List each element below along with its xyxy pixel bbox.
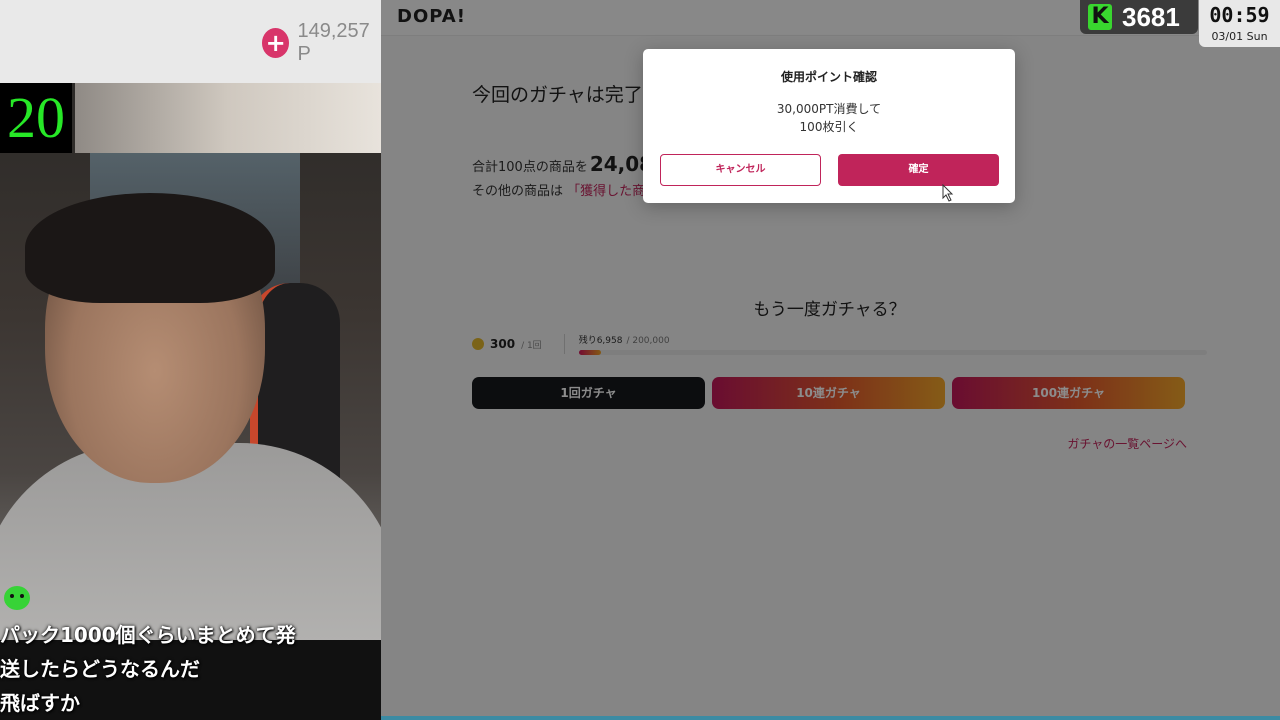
- plus-icon: +: [262, 28, 290, 58]
- counter-overlay: 20: [0, 83, 72, 153]
- k-logo-icon: K: [1088, 4, 1112, 30]
- points-display: + 149,257 P: [262, 20, 381, 66]
- comment-line: 飛ばすか: [0, 691, 80, 715]
- webcam-background-shelf: [75, 83, 381, 153]
- cancel-button[interactable]: キャンセル: [660, 154, 821, 186]
- stream-panel: + 149,257 P 20 パック1000個ぐらいまとめて発 送したらどうなる…: [0, 0, 381, 720]
- dialog-title: 使用ポイント確認: [780, 70, 877, 84]
- webcam-person-hair: [25, 193, 275, 303]
- comment-line: パック1000個ぐらいまとめて発: [0, 623, 296, 647]
- points-value: 149,257 P: [297, 20, 370, 65]
- clock-date: 03/01 Sun: [1211, 30, 1268, 43]
- viewer-count: 3681: [1122, 1, 1180, 32]
- clock-time: 00:59: [1209, 3, 1270, 27]
- comment-list: パック1000個ぐらいまとめて発 送したらどうなるんだ 飛ばすか: [0, 618, 381, 720]
- dialog-message-line: 100枚引く: [799, 120, 859, 134]
- confirm-button[interactable]: 確定: [838, 154, 999, 186]
- comment-line: 送したらどうなるんだ: [0, 657, 200, 681]
- webcam-feed: [0, 83, 381, 640]
- frog-icon: [4, 586, 30, 610]
- bottom-edge-bar: [381, 716, 1280, 720]
- stream-clock: 00:59 03/01 Sun: [1199, 0, 1280, 47]
- dialog-message: 30,000PT消費して 100枚引く: [643, 100, 1015, 136]
- confirm-dialog: 使用ポイント確認 30,000PT消費して 100枚引く キャンセル 確定: [643, 49, 1015, 203]
- dialog-message-line: 30,000PT消費して: [776, 102, 882, 116]
- points-bar: + 149,257 P: [0, 0, 381, 83]
- viewer-counter: K 3681: [1080, 0, 1198, 34]
